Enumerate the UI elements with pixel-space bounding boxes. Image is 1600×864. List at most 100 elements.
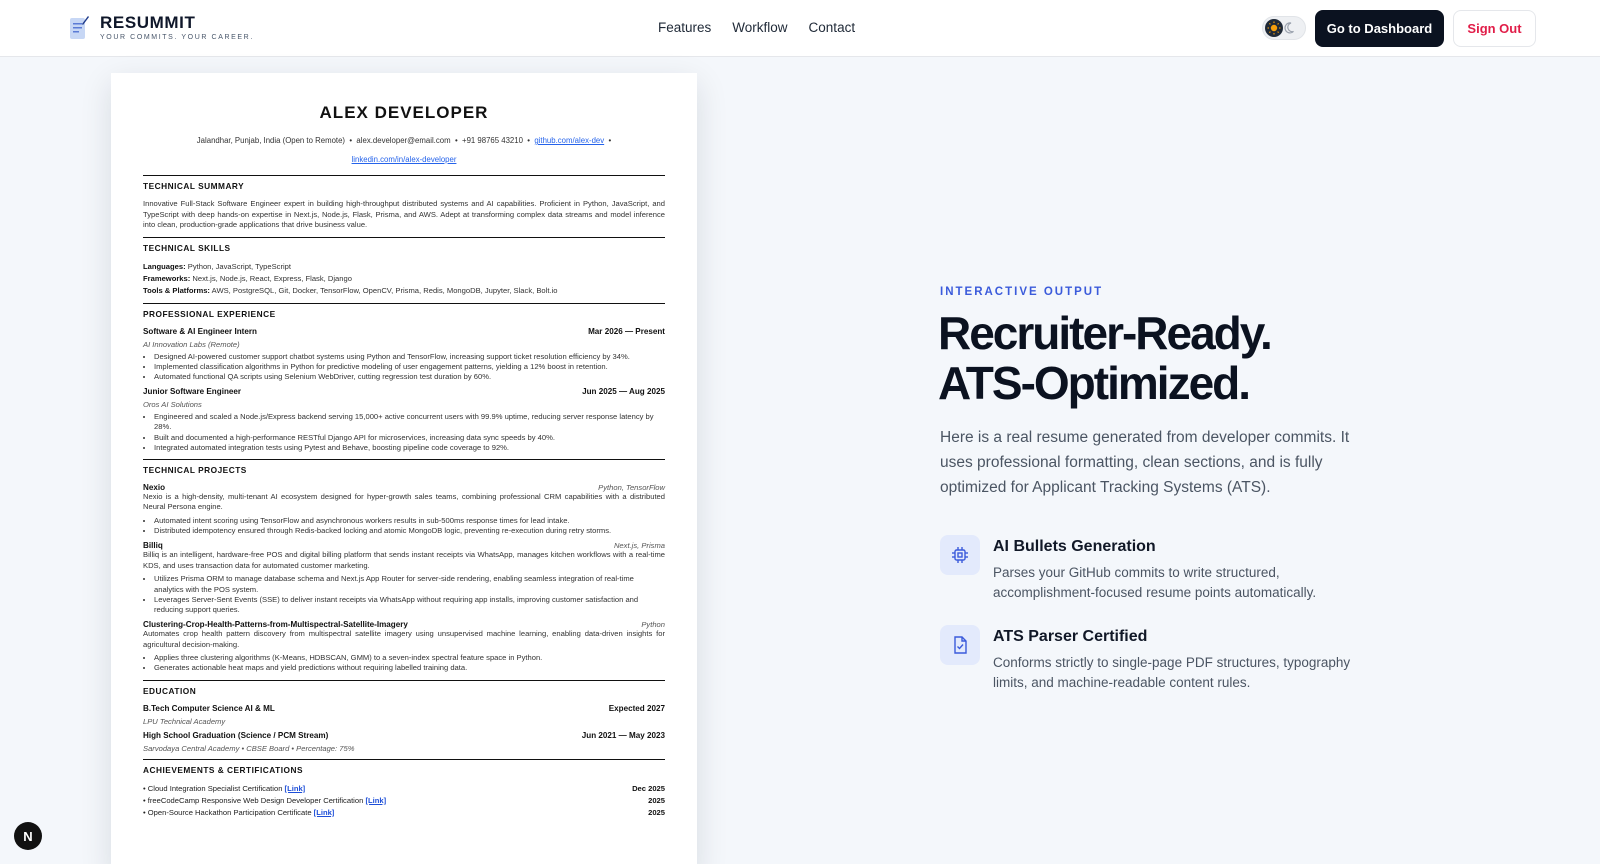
education-degree: B.Tech Computer Science AI & ML <box>143 703 275 713</box>
section-title: PROFESSIONAL EXPERIENCE <box>143 308 276 319</box>
main-nav: Features Workflow Contact <box>658 20 855 35</box>
education-dates: Expected 2027 <box>608 703 665 713</box>
achievement-text: • Open-Source Hackathon Participation Ce… <box>143 807 312 817</box>
summary-text: Innovative Full-Stack Software Engineer … <box>143 199 665 229</box>
skill-label: Frameworks: <box>143 273 191 283</box>
summary-section: TECHNICAL SUMMARY Innovative Full-Stack … <box>143 175 665 231</box>
job-header: Junior Software Engineer Jun 2025 — Aug 2… <box>143 387 665 396</box>
list-item: Distributed idempotency ensured through … <box>154 526 665 536</box>
resume-preview: ALEX DEVELOPER Jalandhar, Punjab, India … <box>111 73 697 864</box>
job-company: Oros AI Solutions <box>143 400 202 410</box>
education-dates: Jun 2021 — May 2023 <box>581 730 665 740</box>
moon-icon <box>1284 21 1298 40</box>
list-item: Leverages Server-Sent Events (SSE) to de… <box>154 595 665 615</box>
headline-line: ATS-Optimized. <box>938 357 1251 409</box>
brand-name: RESUMMIT <box>100 13 196 32</box>
contact-github-link[interactable]: github.com/alex-dev <box>534 136 604 145</box>
achievement-text: • Cloud Integration Specialist Certifica… <box>143 783 283 793</box>
project-name: Clustering-Crop-Health-Patterns-from-Mul… <box>143 620 408 630</box>
separator: • <box>608 136 612 145</box>
list-item: Implemented classification algorithms in… <box>154 362 665 372</box>
skill-value: Next.js, Node.js, React, Express, Flask,… <box>192 273 352 283</box>
job-company: AI Innovation Labs (Remote) <box>143 339 240 349</box>
skill-value: AWS, PostgreSQL, Git, Docker, TensorFlow… <box>211 285 558 295</box>
project-stack: Next.js, Prisma <box>613 541 665 551</box>
top-navbar: RESUMMIT YOUR COMMITS. YOUR CAREER. Feat… <box>0 0 1600 57</box>
nav-link-features[interactable]: Features <box>658 20 711 35</box>
education-school: LPU Technical Academy <box>143 716 226 726</box>
achievement-row: • Cloud Integration Specialist Certifica… <box>143 783 665 795</box>
feature-title: AI Bullets Generation <box>993 538 1156 555</box>
contact-linkedin-link[interactable]: linkedin.com/in/alex-developer <box>352 155 457 164</box>
hero-headline: Recruiter-Ready. ATS-Optimized. <box>938 307 1273 409</box>
nav-link-contact[interactable]: Contact <box>809 20 856 35</box>
project-bullets: Automated intent scoring using TensorFlo… <box>143 516 665 536</box>
section-title: EDUCATION <box>143 685 197 696</box>
education-school: Sarvodaya Central Academy • CBSE Board •… <box>143 743 355 753</box>
job-role: Junior Software Engineer <box>143 387 242 397</box>
job-dates: Jun 2025 — Aug 2025 <box>582 387 665 397</box>
education-header: B.Tech Computer Science AI & ML Expected … <box>143 704 665 713</box>
resume-contact: Jalandhar, Punjab, India (Open to Remote… <box>143 131 665 169</box>
project-desc: Billiq is an intelligent, hardware-free … <box>143 550 665 570</box>
project-stack: Python <box>641 620 665 630</box>
headline-line: Recruiter-Ready. <box>938 307 1273 359</box>
project-header: Nexio Python, TensorFlow <box>143 483 665 492</box>
achievement-link[interactable]: [Link] <box>314 808 335 817</box>
dev-tools-badge[interactable]: N <box>14 822 42 850</box>
job-header: Software & AI Engineer Intern Mar 2026 — … <box>143 327 665 336</box>
brand-logo[interactable]: RESUMMIT YOUR COMMITS. YOUR CAREER. <box>69 14 254 42</box>
section-title: TECHNICAL SUMMARY <box>143 181 245 191</box>
list-item: Automated intent scoring using TensorFlo… <box>154 516 665 526</box>
theme-toggle[interactable] <box>1262 16 1306 40</box>
nav-link-workflow[interactable]: Workflow <box>732 20 787 35</box>
list-item: Designed AI-powered customer support cha… <box>154 352 665 362</box>
experience-section: PROFESSIONAL EXPERIENCE Software & AI En… <box>143 302 665 453</box>
feature-description: Conforms strictly to single-page PDF str… <box>993 655 1351 690</box>
contact-email: alex.developer@email.com <box>356 136 451 145</box>
job-role: Software & AI Engineer Intern <box>143 326 257 336</box>
education-header: High School Graduation (Science / PCM St… <box>143 731 665 740</box>
job-bullets: Engineered and scaled a Node.js/Express … <box>143 412 665 453</box>
section-eyebrow: INTERACTIVE OUTPUT <box>940 286 1104 298</box>
projects-section: TECHNICAL PROJECTS Nexio Python, TensorFl… <box>143 458 665 674</box>
hero-description: Here is a real resume generated from dev… <box>940 429 1350 496</box>
section-title: TECHNICAL PROJECTS <box>143 464 247 475</box>
skill-value: Python, JavaScript, TypeScript <box>187 261 292 271</box>
project-header: Clustering-Crop-Health-Patterns-from-Mul… <box>143 620 665 629</box>
brand-tagline: YOUR COMMITS. YOUR CAREER. <box>100 34 254 41</box>
achievement-link[interactable]: [Link] <box>365 796 386 805</box>
achievement-link[interactable]: [Link] <box>285 784 306 793</box>
project-header: Billiq Next.js, Prisma <box>143 541 665 550</box>
contact-phone: +91 98765 43210 <box>462 136 523 145</box>
list-item: Utilizes Prisma ORM to manage database s… <box>154 574 665 594</box>
sun-icon <box>1265 19 1283 37</box>
file-check-icon <box>940 625 980 665</box>
skills-section: TECHNICAL SKILLS Languages: Python, Java… <box>143 236 665 297</box>
feature-title: ATS Parser Certified <box>993 628 1148 645</box>
project-desc: Nexio is a high-density, multi-tenant AI… <box>143 491 665 512</box>
skill-row: Tools & Platforms: AWS, PostgreSQL, Git,… <box>143 285 665 297</box>
achievement-year: Dec 2025 <box>632 783 665 793</box>
skill-row: Frameworks: Next.js, Node.js, React, Exp… <box>143 273 665 285</box>
resume-name: ALEX DEVELOPER <box>319 103 489 122</box>
list-item: Applies three clustering algorithms (K-M… <box>154 653 665 663</box>
job-dates: Mar 2026 — Present <box>588 326 665 336</box>
education-section: EDUCATION B.Tech Computer Science AI & M… <box>143 679 665 753</box>
sign-out-button[interactable]: Sign Out <box>1453 10 1536 47</box>
project-bullets: Utilizes Prisma ORM to manage database s… <box>143 574 665 615</box>
skill-label: Tools & Platforms: <box>143 285 210 295</box>
project-stack: Python, TensorFlow <box>598 482 665 492</box>
list-item: Built and documented a high-performance … <box>154 433 665 443</box>
skill-row: Languages: Python, JavaScript, TypeScrip… <box>143 261 665 273</box>
list-item: Automated functional QA scripts using Se… <box>154 372 665 382</box>
project-desc: Automates crop health pattern discovery … <box>143 629 665 649</box>
achievement-row: • Open-Source Hackathon Participation Ce… <box>143 807 665 819</box>
achievements-section: ACHIEVEMENTS & CERTIFICATIONS • Cloud In… <box>143 758 665 819</box>
feature-description: Parses your GitHub commits to write stru… <box>993 565 1317 600</box>
go-to-dashboard-button[interactable]: Go to Dashboard <box>1315 10 1444 47</box>
skill-label: Languages: <box>143 261 186 271</box>
contact-location: Jalandhar, Punjab, India (Open to Remote… <box>196 136 345 145</box>
separator: • <box>349 136 353 145</box>
project-name: Nexio <box>143 482 166 492</box>
